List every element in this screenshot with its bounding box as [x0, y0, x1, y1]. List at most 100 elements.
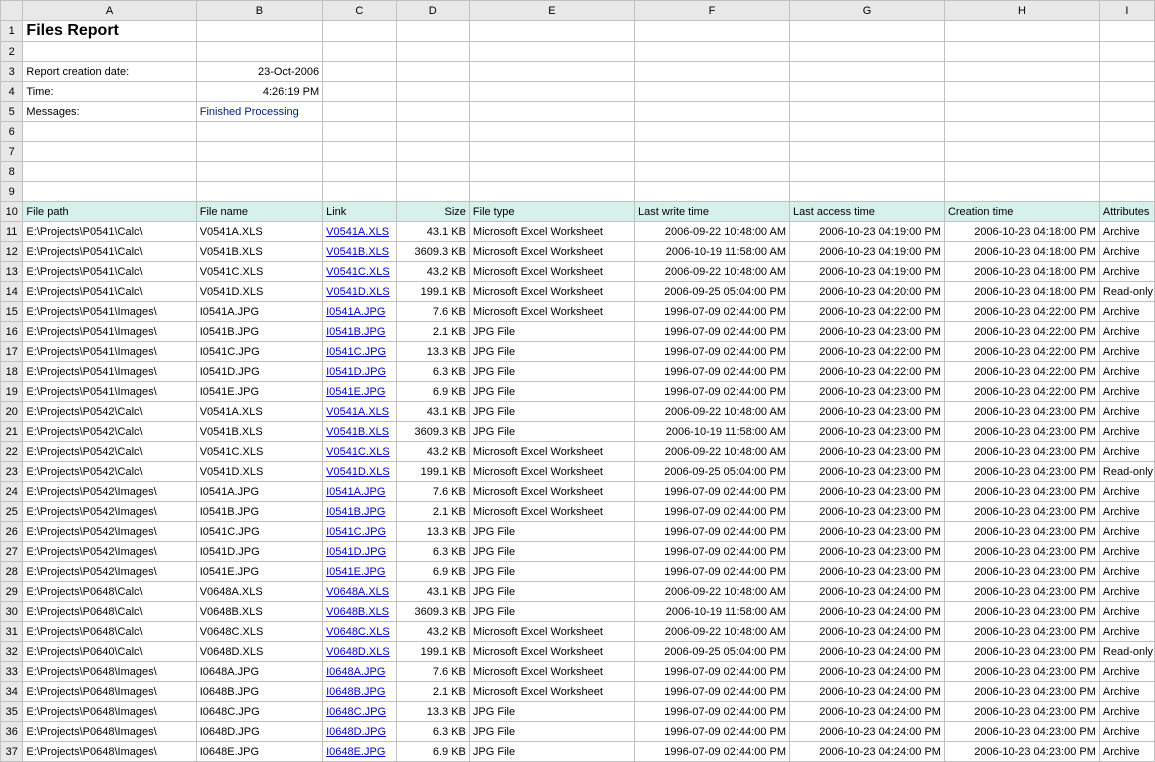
cell-file-type[interactable]: Microsoft Excel Worksheet: [469, 462, 634, 482]
cell-file-name[interactable]: V0541A.XLS: [196, 222, 322, 242]
cell-file-path[interactable]: E:\Projects\P0541\Images\: [23, 342, 196, 362]
cell-attributes[interactable]: Archive: [1099, 662, 1154, 682]
cell-last-write[interactable]: 1996-07-09 02:44:00 PM: [635, 662, 790, 682]
cell[interactable]: [469, 82, 634, 102]
cell-attributes[interactable]: Archive: [1099, 402, 1154, 422]
row-header[interactable]: 32: [1, 642, 23, 662]
row-header[interactable]: 10: [1, 202, 23, 222]
cell-file-type[interactable]: Microsoft Excel Worksheet: [469, 442, 634, 462]
cell-size[interactable]: 13.3 KB: [396, 702, 469, 722]
cell-file-name[interactable]: I0541A.JPG: [196, 302, 322, 322]
cell-file-type[interactable]: Microsoft Excel Worksheet: [469, 302, 634, 322]
cell-file-name[interactable]: I0541B.JPG: [196, 502, 322, 522]
cell-creation[interactable]: 2006-10-23 04:23:00 PM: [944, 542, 1099, 562]
cell[interactable]: [323, 162, 396, 182]
row-header[interactable]: 36: [1, 722, 23, 742]
cell-link[interactable]: I0541D.JPG: [323, 542, 396, 562]
cell[interactable]: [1099, 21, 1154, 42]
row-header[interactable]: 33: [1, 662, 23, 682]
cell-creation[interactable]: 2006-10-23 04:23:00 PM: [944, 662, 1099, 682]
cell-size[interactable]: 43.2 KB: [396, 442, 469, 462]
cell-creation[interactable]: 2006-10-23 04:23:00 PM: [944, 742, 1099, 762]
cell[interactable]: [1099, 102, 1154, 122]
cell-size[interactable]: 2.1 KB: [396, 682, 469, 702]
cell-file-type[interactable]: JPG File: [469, 742, 634, 762]
cell-file-type[interactable]: JPG File: [469, 322, 634, 342]
cell-file-name[interactable]: I0648E.JPG: [196, 742, 322, 762]
cell[interactable]: [635, 62, 790, 82]
cell-creation[interactable]: 2006-10-23 04:22:00 PM: [944, 362, 1099, 382]
cell-attributes[interactable]: Archive: [1099, 702, 1154, 722]
cell-size[interactable]: 13.3 KB: [396, 342, 469, 362]
row-header[interactable]: 35: [1, 702, 23, 722]
cell-attributes[interactable]: Archive: [1099, 502, 1154, 522]
cell-link[interactable]: V0541A.XLS: [323, 402, 396, 422]
row-header[interactable]: 4: [1, 82, 23, 102]
cell-creation[interactable]: 2006-10-23 04:23:00 PM: [944, 522, 1099, 542]
cell-file-path[interactable]: E:\Projects\P0648\Images\: [23, 702, 196, 722]
row-header[interactable]: 17: [1, 342, 23, 362]
row-header[interactable]: 24: [1, 482, 23, 502]
cell[interactable]: [635, 182, 790, 202]
cell-last-write[interactable]: 1996-07-09 02:44:00 PM: [635, 322, 790, 342]
cell[interactable]: [944, 102, 1099, 122]
row-header[interactable]: 25: [1, 502, 23, 522]
cell-size[interactable]: 199.1 KB: [396, 642, 469, 662]
cell-file-path[interactable]: E:\Projects\P0541\Calc\: [23, 222, 196, 242]
cell[interactable]: [469, 162, 634, 182]
cell[interactable]: [323, 82, 396, 102]
cell-file-path[interactable]: E:\Projects\P0648\Calc\: [23, 582, 196, 602]
row-header[interactable]: 34: [1, 682, 23, 702]
row-header[interactable]: 22: [1, 442, 23, 462]
cell[interactable]: [23, 42, 196, 62]
cell-link[interactable]: I0541C.JPG: [323, 522, 396, 542]
cell[interactable]: [196, 142, 322, 162]
cell[interactable]: [23, 142, 196, 162]
cell-last-write[interactable]: 2006-09-25 05:04:00 PM: [635, 642, 790, 662]
row-header[interactable]: 7: [1, 142, 23, 162]
cell-last-write[interactable]: 1996-07-09 02:44:00 PM: [635, 682, 790, 702]
cell-link[interactable]: V0541B.XLS: [323, 422, 396, 442]
cell-creation[interactable]: 2006-10-23 04:23:00 PM: [944, 402, 1099, 422]
cell-attributes[interactable]: Archive: [1099, 302, 1154, 322]
cell[interactable]: [23, 122, 196, 142]
cell-creation[interactable]: 2006-10-23 04:23:00 PM: [944, 622, 1099, 642]
row-header[interactable]: 12: [1, 242, 23, 262]
cell[interactable]: [1099, 182, 1154, 202]
cell-creation[interactable]: 2006-10-23 04:18:00 PM: [944, 262, 1099, 282]
cell[interactable]: [944, 122, 1099, 142]
cell-file-path[interactable]: E:\Projects\P0542\Calc\: [23, 422, 196, 442]
row-header[interactable]: 19: [1, 382, 23, 402]
row-header[interactable]: 29: [1, 582, 23, 602]
cell[interactable]: [323, 122, 396, 142]
cell[interactable]: [323, 102, 396, 122]
cell-last-access[interactable]: 2006-10-23 04:24:00 PM: [790, 642, 945, 662]
col-header[interactable]: G: [790, 1, 945, 21]
cell-creation[interactable]: 2006-10-23 04:18:00 PM: [944, 242, 1099, 262]
row-header[interactable]: 23: [1, 462, 23, 482]
cell[interactable]: [790, 182, 945, 202]
cell-creation[interactable]: 2006-10-23 04:23:00 PM: [944, 722, 1099, 742]
cell-last-access[interactable]: 2006-10-23 04:19:00 PM: [790, 262, 945, 282]
cell-file-path[interactable]: E:\Projects\P0541\Calc\: [23, 242, 196, 262]
cell[interactable]: [323, 62, 396, 82]
cell-last-write[interactable]: 1996-07-09 02:44:00 PM: [635, 722, 790, 742]
cell-link[interactable]: I0648A.JPG: [323, 662, 396, 682]
cell-link[interactable]: I0541B.JPG: [323, 322, 396, 342]
cell-last-access[interactable]: 2006-10-23 04:23:00 PM: [790, 522, 945, 542]
messages-label[interactable]: Messages:: [23, 102, 196, 122]
cell[interactable]: [1099, 122, 1154, 142]
cell-creation[interactable]: 2006-10-23 04:23:00 PM: [944, 422, 1099, 442]
row-header[interactable]: 26: [1, 522, 23, 542]
cell[interactable]: [944, 62, 1099, 82]
cell-last-access[interactable]: 2006-10-23 04:23:00 PM: [790, 482, 945, 502]
cell-attributes[interactable]: Archive: [1099, 482, 1154, 502]
cell-file-type[interactable]: Microsoft Excel Worksheet: [469, 622, 634, 642]
row-header[interactable]: 13: [1, 262, 23, 282]
cell-file-type[interactable]: Microsoft Excel Worksheet: [469, 282, 634, 302]
cell-last-access[interactable]: 2006-10-23 04:22:00 PM: [790, 342, 945, 362]
cell[interactable]: [323, 142, 396, 162]
cell[interactable]: [396, 102, 469, 122]
cell-creation[interactable]: 2006-10-23 04:23:00 PM: [944, 502, 1099, 522]
cell-file-type[interactable]: Microsoft Excel Worksheet: [469, 682, 634, 702]
